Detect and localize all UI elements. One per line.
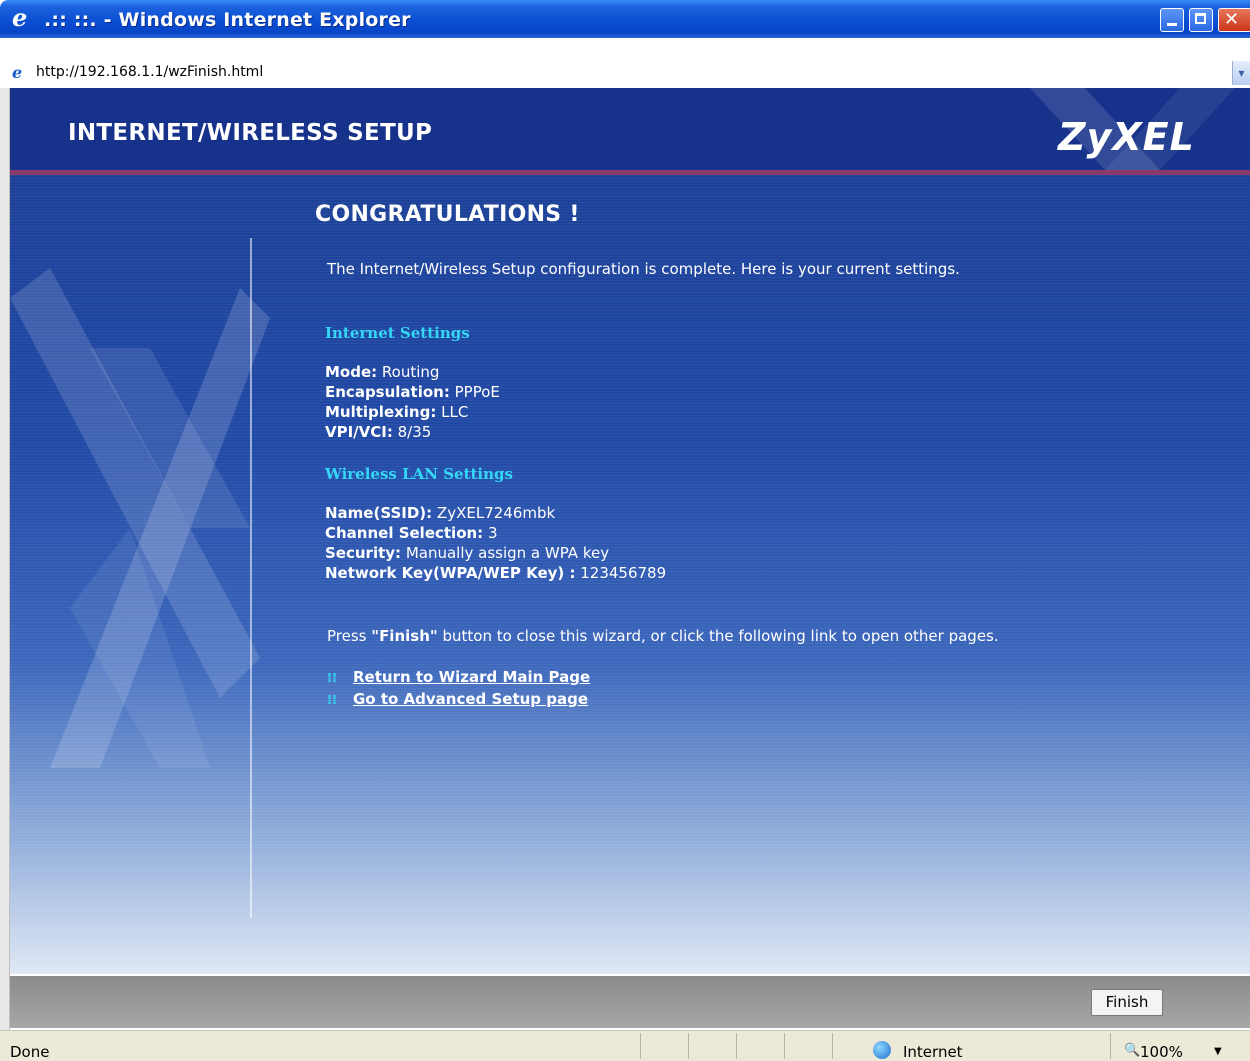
press-finish-word: "Finish" (371, 627, 438, 645)
multiplexing-label: Multiplexing: (325, 403, 437, 421)
zyxel-logo: ZyXEL (1058, 115, 1195, 159)
status-separator (1110, 1033, 1111, 1059)
status-bar (0, 1030, 1250, 1061)
congratulations-heading: CONGRATULATIONS ! (315, 202, 580, 227)
channel-row: Channel Selection: 3 (325, 523, 498, 543)
ssid-label: Name(SSID): (325, 504, 433, 522)
mode-row: Mode: Routing (325, 362, 439, 382)
finish-instruction: Press "Finish" button to close this wiza… (327, 627, 999, 645)
vpi-vci-label: VPI/VCI: (325, 423, 393, 441)
globe-icon (873, 1041, 891, 1059)
channel-label: Channel Selection: (325, 524, 484, 542)
return-to-wizard-link[interactable]: ⁞⁞ Return to Wizard Main Page (327, 668, 590, 686)
bullet-icon: ⁞⁞ (327, 693, 337, 708)
mode-label: Mode: (325, 363, 378, 381)
security-zone-label: Internet (903, 1043, 963, 1061)
status-text: Done (10, 1043, 50, 1061)
vpi-vci-row: VPI/VCI: 8/35 (325, 422, 431, 442)
multiplexing-value: LLC (436, 403, 469, 421)
finish-button[interactable]: Finish (1091, 989, 1163, 1016)
encapsulation-value: PPPoE (449, 383, 500, 401)
minimize-icon (1167, 23, 1177, 26)
window-title: .:: ::. - Windows Internet Explorer (44, 9, 411, 31)
encapsulation-label: Encapsulation: (325, 383, 450, 401)
close-icon: ✕ (1224, 9, 1240, 30)
chevron-down-icon: ▾ (1238, 66, 1245, 80)
address-url[interactable]: http://192.168.1.1/wzFinish.html (36, 64, 263, 80)
return-to-wizard-label[interactable]: Return to Wizard Main Page (353, 668, 590, 686)
encapsulation-row: Encapsulation: PPPoE (325, 382, 500, 402)
address-strip (0, 38, 1250, 88)
press-suffix: button to close this wizard, or click th… (437, 627, 999, 645)
vertical-divider (250, 238, 252, 918)
mode-value: Routing (377, 363, 440, 381)
security-value: Manually assign a WPA key (401, 544, 610, 562)
address-dropdown-button[interactable]: ▾ (1232, 61, 1250, 85)
network-key-row: Network Key(WPA/WEP Key) : 123456789 (325, 563, 666, 583)
page-icon: e (12, 63, 23, 82)
bullet-icon: ⁞⁞ (327, 671, 337, 686)
network-key-value: 123456789 (575, 564, 667, 582)
window-frame-left (0, 88, 10, 1030)
ssid-row: Name(SSID): ZyXEL7246mbk (325, 503, 555, 523)
intro-text: The Internet/Wireless Setup configuratio… (327, 260, 960, 278)
zoom-level[interactable]: 100% (1140, 1043, 1183, 1061)
press-prefix: Press (327, 627, 372, 645)
status-separator (640, 1033, 641, 1059)
network-key-label: Network Key(WPA/WEP Key) : (325, 564, 576, 582)
advanced-setup-link[interactable]: ⁞⁞ Go to Advanced Setup page (327, 690, 588, 708)
status-separator (784, 1033, 785, 1059)
security-label: Security: (325, 544, 402, 562)
page-title: INTERNET/WIRELESS SETUP (68, 120, 433, 146)
internet-settings-title: Internet Settings (325, 324, 470, 342)
title-bar[interactable]: e .:: ::. - Windows Internet Explorer ✕ (0, 0, 1250, 38)
page-header: INTERNET/WIRELESS SETUP ZyXEL (10, 88, 1250, 170)
multiplexing-row: Multiplexing: LLC (325, 402, 468, 422)
zoom-dropdown-icon[interactable]: ▼ (1214, 1046, 1222, 1057)
wireless-settings-title: Wireless LAN Settings (325, 465, 513, 483)
vpi-vci-value: 8/35 (392, 423, 432, 441)
close-button[interactable]: ✕ (1218, 8, 1250, 32)
security-row: Security: Manually assign a WPA key (325, 543, 609, 563)
status-separator (736, 1033, 737, 1059)
maximize-button[interactable] (1189, 8, 1213, 32)
background-x-decoration-icon (10, 268, 270, 768)
zoom-icon[interactable]: 🔍 (1124, 1043, 1140, 1058)
status-separator (688, 1033, 689, 1059)
header-accent-stripe (10, 170, 1250, 175)
channel-value: 3 (483, 524, 498, 542)
minimize-button[interactable] (1160, 8, 1184, 32)
button-strip (10, 976, 1250, 1028)
maximize-icon (1195, 13, 1206, 24)
status-separator (832, 1033, 833, 1059)
page-viewport: INTERNET/WIRELESS SETUP ZyXEL CONGRATULA… (10, 88, 1250, 974)
ssid-value: ZyXEL7246mbk (432, 504, 556, 522)
advanced-setup-label[interactable]: Go to Advanced Setup page (353, 690, 588, 708)
ie-logo-icon: e (12, 3, 28, 32)
